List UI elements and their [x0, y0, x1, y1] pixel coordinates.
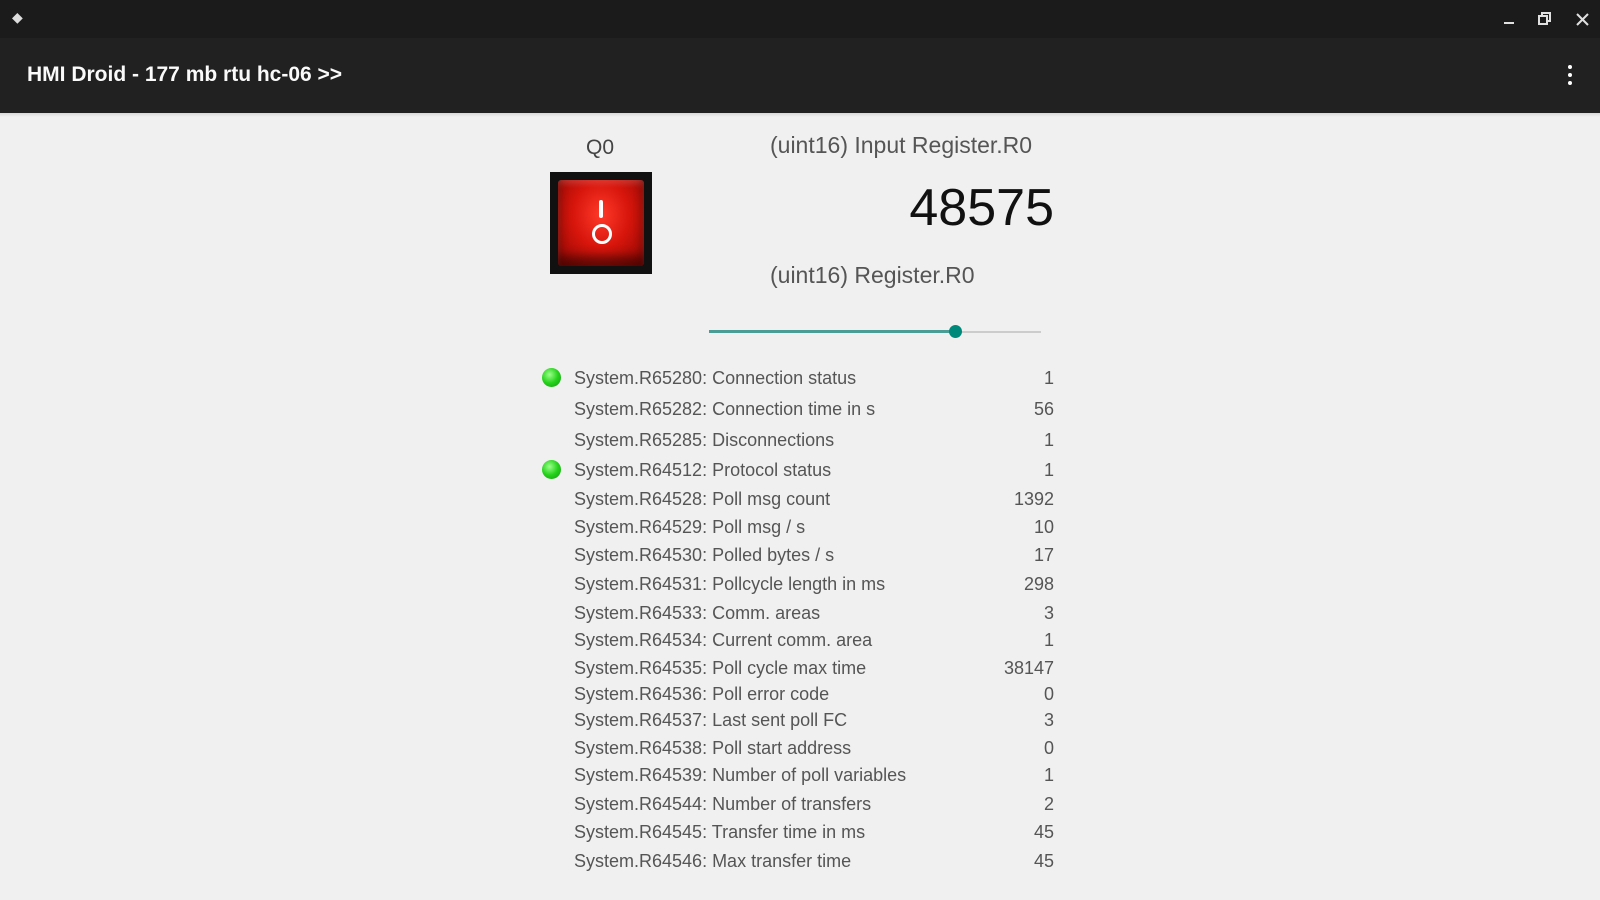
- status-row-label: System.R64545: Transfer time in ms: [574, 822, 866, 842]
- status-row: System.R65285: Disconnections 1: [538, 426, 1054, 452]
- restore-icon: [1538, 12, 1551, 25]
- status-row: System.R64535: Poll cycle max time 38147: [538, 654, 1054, 680]
- status-led-green-icon: [542, 460, 561, 479]
- status-row-label: System.R64531: Pollcycle length in ms: [574, 574, 886, 594]
- status-row-value: 1: [1043, 368, 1054, 388]
- status-row-value: 45: [1033, 822, 1054, 842]
- app-diamond-icon[interactable]: ◆: [12, 9, 23, 26]
- status-row: System.R64529: Poll msg / s 10: [538, 513, 1054, 539]
- status-row-value: 1: [1043, 765, 1054, 785]
- status-row-value: 0: [1043, 738, 1054, 758]
- slider-thumb[interactable]: [948, 325, 962, 338]
- status-row-value: 2: [1043, 794, 1054, 814]
- register-label: (uint16) Register.R0: [770, 262, 975, 288]
- register-slider[interactable]: [709, 322, 1041, 342]
- status-row-label: System.R65280: Connection status: [574, 368, 857, 388]
- status-row: System.R64512: Protocol status 1: [538, 456, 1054, 482]
- status-row-label: System.R64535: Poll cycle max time: [574, 658, 867, 678]
- status-row-label: System.R64534: Current comm. area: [574, 630, 873, 650]
- coil-toggle-switch[interactable]: [550, 172, 652, 274]
- status-row: System.R64544: Number of transfers 2: [538, 790, 1054, 816]
- status-row-value: 3: [1043, 710, 1054, 730]
- status-row-value: 38147: [1003, 658, 1054, 678]
- status-row-value: 45: [1033, 851, 1054, 871]
- status-row-label: System.R64544: Number of transfers: [574, 794, 872, 814]
- status-row: System.R64537: Last sent poll FC 3: [538, 706, 1054, 732]
- status-row-label: System.R64533: Comm. areas: [574, 603, 821, 623]
- status-row: System.R64530: Polled bytes / s 17: [538, 541, 1054, 567]
- status-row-value: 298: [1023, 574, 1054, 594]
- more-vert-icon[interactable]: [1558, 60, 1582, 90]
- app-title[interactable]: HMI Droid - 177 mb rtu hc-06 >>: [27, 63, 342, 87]
- app-bar: HMI Droid - 177 mb rtu hc-06 >>: [0, 38, 1600, 113]
- status-row-value: 0: [1043, 684, 1054, 704]
- restore-button[interactable]: [1532, 7, 1558, 31]
- status-row: System.R64533: Comm. areas 3: [538, 599, 1054, 625]
- status-row-label: System.R64539: Number of poll variables: [574, 765, 907, 785]
- status-row: System.R64531: Pollcycle length in ms 298: [538, 570, 1054, 596]
- status-row-value: 1: [1043, 460, 1054, 480]
- status-row-label: System.R64530: Polled bytes / s: [574, 545, 835, 565]
- status-led-green-icon: [542, 368, 561, 387]
- status-row: System.R64534: Current comm. area 1: [538, 626, 1054, 652]
- power-switch-icon: [558, 180, 644, 266]
- status-row-value: 1392: [1013, 489, 1054, 509]
- coil-label: Q0: [586, 136, 615, 159]
- app-bar-shadow: [0, 113, 1600, 117]
- status-row-label: System.R65285: Disconnections: [574, 430, 835, 450]
- input-register-label: (uint16) Input Register.R0: [770, 132, 1033, 158]
- slider-fill: [709, 330, 955, 333]
- status-row-value: 17: [1033, 545, 1054, 565]
- status-row-value: 56: [1033, 399, 1054, 419]
- close-button[interactable]: [1569, 7, 1595, 31]
- status-row: System.R64536: Poll error code 0: [538, 680, 1054, 706]
- status-row: System.R64528: Poll msg count 1392: [538, 485, 1054, 511]
- minimize-icon: [1504, 22, 1514, 24]
- status-row: System.R64539: Number of poll variables 1: [538, 761, 1054, 787]
- input-register-value: 48575: [909, 179, 1054, 237]
- status-row: System.R64538: Poll start address 0: [538, 734, 1054, 760]
- status-row-label: System.R64546: Max transfer time: [574, 851, 852, 871]
- status-row-label: System.R64529: Poll msg / s: [574, 517, 806, 537]
- status-row-label: System.R64536: Poll error code: [574, 684, 830, 704]
- status-row-value: 1: [1043, 430, 1054, 450]
- close-icon: [1575, 12, 1589, 26]
- status-row: System.R64546: Max transfer time 45: [538, 847, 1054, 873]
- status-row-label: System.R64512: Protocol status: [574, 460, 832, 480]
- status-row: System.R64545: Transfer time in ms 45: [538, 818, 1054, 844]
- status-row-value: 10: [1033, 517, 1054, 537]
- status-row: System.R65282: Connection time in s 56: [538, 395, 1054, 421]
- minimize-button[interactable]: [1496, 7, 1522, 31]
- status-row-label: System.R64537: Last sent poll FC: [574, 710, 848, 730]
- status-row-label: System.R64538: Poll start address: [574, 738, 852, 758]
- status-row: System.R65280: Connection status 1: [538, 364, 1054, 390]
- status-row-label: System.R64528: Poll msg count: [574, 489, 831, 509]
- status-row-value: 1: [1043, 630, 1054, 650]
- status-row-value: 3: [1043, 603, 1054, 623]
- status-row-label: System.R65282: Connection time in s: [574, 399, 876, 419]
- window-titlebar: ◆: [0, 0, 1600, 38]
